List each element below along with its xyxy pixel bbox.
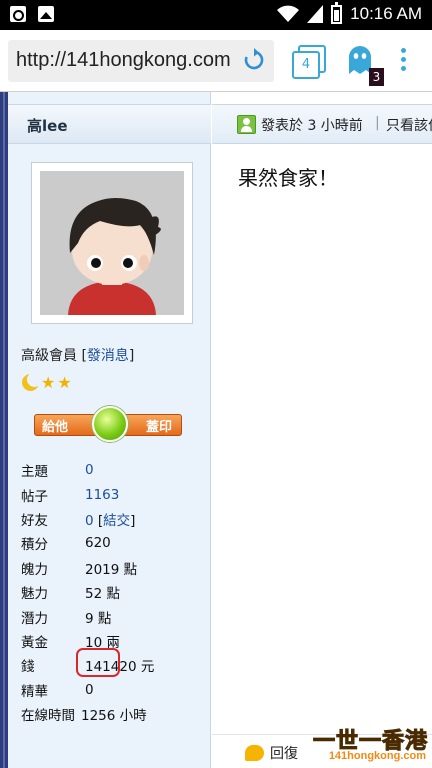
post-content: 果然食家！ — [238, 166, 338, 190]
forum-page: 高lee 高級會員 [發消息] ★ ★ 給他 蓋印 主題 0 帖子 1163 好… — [0, 92, 432, 768]
address-bar[interactable]: http://141hongkong.com — [8, 40, 274, 82]
star-icon: ★ — [57, 373, 72, 392]
tab-count: 4 — [292, 51, 320, 79]
star-icon: ★ — [41, 373, 56, 392]
battery-icon — [331, 1, 343, 24]
stat-value-link[interactable]: 0 — [85, 513, 94, 529]
overflow-menu-icon[interactable] — [398, 48, 408, 76]
stat-row-charm: 魅力 52 點 — [21, 580, 211, 604]
stat-row-online-time: 在線時間 1256 小時 — [21, 702, 211, 726]
rank-stars: ★ ★ — [22, 372, 72, 392]
post-panel: 發表於 3 小時前 | 只看該作者 果然食家！ 回復 — [212, 92, 432, 768]
stamp-button[interactable]: 給他 蓋印 — [34, 406, 182, 442]
moon-icon — [22, 372, 42, 391]
send-message-link[interactable]: 發消息 — [87, 348, 129, 364]
stat-label: 好友 — [21, 512, 48, 529]
author-username[interactable]: 高lee — [27, 115, 68, 136]
member-rank: 高級會員 [發消息] — [21, 348, 135, 364]
wifi-icon — [277, 5, 300, 22]
stat-row-essence: 精華 0 — [21, 678, 211, 702]
signal-icon — [307, 5, 324, 23]
stat-value: 1256 小時 — [81, 708, 147, 725]
page-edge — [0, 92, 8, 768]
stat-label: 帖子 — [21, 488, 48, 505]
stat-label: 黃金 — [21, 634, 48, 651]
stat-label: 潛力 — [21, 610, 48, 627]
stat-label: 積分 — [21, 537, 48, 554]
avatar-cartoon-boy — [40, 171, 184, 315]
author-only-link[interactable]: 只看該作者 — [386, 115, 432, 135]
stat-value: 2019 點 — [85, 561, 138, 578]
reload-icon[interactable] — [242, 48, 266, 72]
stat-row-power: 魄力 2019 點 — [21, 556, 211, 580]
stamp-ball-icon — [92, 406, 128, 442]
stamp-right-label: 蓋印 — [145, 420, 172, 435]
stat-value: 0 — [85, 681, 94, 698]
stat-value-link[interactable]: 1163 — [85, 487, 119, 503]
stat-label: 魄力 — [21, 561, 48, 578]
stat-label: 在線時間 — [21, 708, 75, 725]
stat-value-link[interactable]: 0 — [85, 462, 94, 478]
image-notification-icon — [38, 6, 54, 22]
rank-label: 高級會員 — [21, 348, 77, 364]
stat-value: 9 點 — [85, 610, 112, 627]
browser-toolbar: http://141hongkong.com 4 3 — [0, 30, 432, 92]
clock: 10:16 AM — [350, 4, 422, 23]
highlight-circle — [76, 648, 120, 677]
reply-icon[interactable] — [245, 745, 264, 761]
stat-label: 精華 — [21, 683, 48, 700]
avatar-image — [40, 171, 184, 315]
stat-label: 主題 — [21, 464, 48, 481]
stat-row-points: 積分 620 — [21, 531, 211, 555]
stat-row-potential: 潛力 9 點 — [21, 604, 211, 628]
post-time: 發表於 3 小時前 — [261, 118, 363, 134]
outlook-notification-icon — [10, 6, 26, 22]
stat-row-friends: 好友 0 [結交] — [21, 507, 211, 531]
url-text[interactable]: http://141hongkong.com — [16, 49, 231, 72]
stat-value: 620 — [85, 535, 111, 552]
online-user-icon — [237, 115, 256, 134]
reply-button[interactable]: 回復 — [270, 743, 298, 763]
stat-row-topics: 主題 0 — [21, 458, 211, 482]
stat-label: 魅力 — [21, 586, 48, 603]
ghostery-badge: 3 — [369, 68, 384, 86]
stat-row-posts: 帖子 1163 — [21, 482, 211, 506]
watermark-domain: 141hongkong.com — [328, 750, 426, 762]
stamp-left-label: 給他 — [42, 420, 69, 435]
post-header: 發表於 3 小時前 | 只看該作者 — [212, 104, 432, 144]
author-header: 高lee — [8, 104, 211, 144]
site-watermark: 一世一香港 141hongkong.com — [309, 723, 432, 768]
tabs-button[interactable]: 4 — [292, 45, 328, 79]
add-friend-link[interactable]: 結交 — [103, 513, 130, 529]
author-stats: 主題 0 帖子 1163 好友 0 [結交] 積分 620 魄力 2019 點 — [21, 458, 211, 726]
header-separator: | — [375, 115, 380, 131]
status-bar: 10:16 AM — [0, 0, 432, 30]
avatar[interactable] — [31, 162, 193, 324]
stat-value: 52 點 — [85, 586, 120, 603]
